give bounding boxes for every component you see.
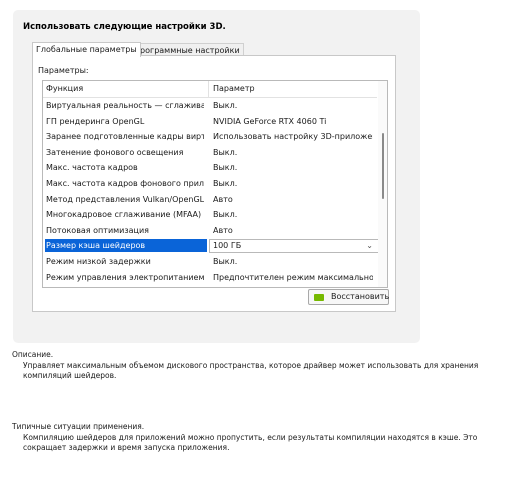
description-label: Описание. [12,350,54,359]
row-value-text: Предпочтителен режим максимальной п... [213,272,373,282]
table-row[interactable]: Виртуальная реальность — сглаживан... Вык… [43,98,377,113]
row-value-text: Выкл. [213,101,238,110]
chevron-down-icon[interactable]: ⌄ [366,240,373,252]
row-value-text: Выкл. [213,147,238,157]
row-feature: Режим низкой задержки [46,257,151,266]
row-value: NVIDIA GeForce RTX 4060 Ti [213,117,373,126]
row-value: Выкл. [213,210,373,219]
table-row[interactable]: Метод представления Vulkan/OpenGL Авто [43,192,377,207]
row-value-text: Выкл. [213,179,238,188]
table-row[interactable]: Сглаживание FXAAВыкл. [43,285,377,287]
row-value-text: Использовать настройку 3D-приложения [213,132,373,142]
typical-usage-label: Типичные ситуации применения. [12,422,145,431]
row-value: Выкл. [213,179,373,188]
row-value: Выкл. [213,101,373,110]
row-value: Авто [213,226,373,235]
restore-button[interactable]: Восстановить [308,289,389,305]
row-feature: Режим управления электропитанием [46,272,204,282]
table-row[interactable]: Макс. частота кадров фонового прило... Вы… [43,176,377,191]
row-value-text: 100 ГБ [213,241,242,251]
row-feature: Макс. частота кадров фонового прило... [46,179,204,188]
params-label: Параметры: [38,66,89,75]
table-row[interactable]: Макс. частота кадров Выкл. [43,160,377,175]
row-value-text: Авто [213,194,233,204]
row-feature: Затенение фонового освещения [46,147,184,157]
table-row[interactable]: Многокадровое сглаживание (MFAA) Выкл. [43,207,377,222]
table-row[interactable]: Затенение фонового освещения Выкл. [43,145,377,160]
row-feature: Виртуальная реальность — сглаживан... [46,101,204,110]
table-row[interactable]: ГП рендеринга OpenGL NVIDIA GeForce RTX 4… [43,114,377,129]
row-feature: Многокадровое сглаживание (MFAA) [46,210,202,220]
column-header-feature[interactable]: Функция [46,84,83,93]
column-divider[interactable] [208,81,209,97]
scrollbar-thumb[interactable] [382,133,384,199]
nvidia-logo-icon [314,294,324,301]
page-heading: Использовать следующие настройки 3D. [23,22,226,32]
row-value-text: Выкл. [213,163,238,173]
row-value: Выкл. [213,257,373,266]
table-row[interactable]: Потоковая оптимизация Авто [43,223,377,238]
table-row[interactable]: Режим низкой задержки Выкл. [43,254,377,269]
table-row[interactable]: Заранее подготовленные кадры вирту... Исп… [43,129,377,144]
restore-button-label: Восстановить [331,292,390,301]
row-value-text: NVIDIA GeForce RTX 4060 Ti [213,116,327,126]
row-feature: Заранее подготовленные кадры вирту... [46,132,204,142]
table-row[interactable]: Размер кэша шейдеров 100 ГБ ⌄ [43,238,380,254]
row-value: Предпочтителен режим максимальной п... [213,273,373,282]
vertical-scrollbar[interactable] [378,81,387,287]
row-value: Авто [213,195,373,204]
row-feature: Макс. частота кадров [46,163,138,173]
column-header-value[interactable]: Параметр [213,84,255,93]
settings-table: Функция Параметр Виртуальная реальность … [42,80,388,288]
typical-usage-text: Компиляцию шейдеров для приложений можно… [23,433,478,452]
row-value-text: Авто [213,225,233,235]
row-feature: Потоковая оптимизация [46,225,149,235]
row-value-text: Выкл. [213,210,238,220]
row-value-text: Выкл. [213,257,238,266]
row-feature: Метод представления Vulkan/OpenGL [46,194,204,204]
description-text: Управляет максимальным объемом дискового… [23,361,479,380]
tab-global-settings[interactable]: Глобальные параметры [32,42,141,57]
table-row[interactable]: Режим управления электропитанием Предпочт… [43,270,377,285]
row-feature: Размер кэша шейдеров [45,239,207,253]
row-value: Выкл. [213,148,373,157]
row-value: Выкл. [213,163,373,172]
row-feature: ГП рендеринга OpenGL [46,116,145,126]
row-value-dropdown[interactable]: 100 ГБ ⌄ [209,239,380,254]
table-header: Функция Параметр [43,81,377,98]
row-value: Использовать настройку 3D-приложения [213,132,373,141]
